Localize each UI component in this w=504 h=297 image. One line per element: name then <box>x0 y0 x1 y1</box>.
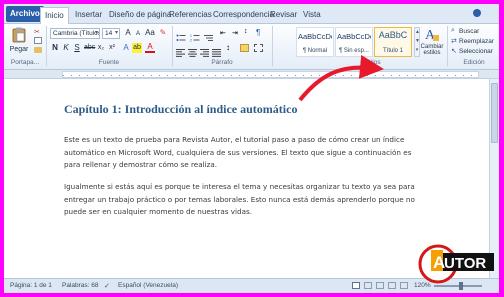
autor-logo: A UTOR <box>418 240 498 284</box>
paste-button[interactable]: Pegar <box>7 45 31 53</box>
format-painter-icon[interactable] <box>34 47 42 53</box>
scrollbar-thumb[interactable] <box>491 83 498 143</box>
underline-icon[interactable]: S <box>72 43 82 53</box>
font-name-select[interactable]: Cambria (Títulos <box>50 28 100 39</box>
divider <box>46 26 47 66</box>
find-icon[interactable]: ⌕ <box>451 27 458 35</box>
tab-insertar[interactable]: Insertar <box>71 7 106 24</box>
style-sin-espaciado[interactable]: AaBbCcDc ¶ Sin esp... <box>335 27 373 57</box>
change-case-icon[interactable]: Aa <box>145 28 155 38</box>
clear-format-icon[interactable]: ✎ <box>158 28 168 38</box>
word-window: Archivo Inicio Insertar Diseño de página… <box>4 4 499 293</box>
find-button[interactable]: Buscar <box>459 27 479 35</box>
ribbon: Pegar ✂ Portapa... Cambria (Títulos 14 A… <box>4 24 499 70</box>
italic-icon[interactable]: K <box>61 43 71 53</box>
svg-text:UTOR: UTOR <box>444 255 486 272</box>
numbering-icon[interactable]: 12 <box>190 29 200 43</box>
web-layout-icon[interactable] <box>376 282 384 289</box>
style-preview: AaBbCcDc <box>298 32 332 41</box>
tab-archivo[interactable]: Archivo <box>6 6 44 22</box>
word-count[interactable]: Palabras: 68 <box>62 282 99 289</box>
font-color-icon[interactable]: A <box>145 43 155 53</box>
select-icon[interactable]: ↖ <box>451 47 458 55</box>
style-titulo-1[interactable]: AaBbC Título 1 <box>374 27 412 57</box>
document-heading[interactable]: Capítulo 1: Introducción al índice autom… <box>64 102 297 117</box>
style-normal[interactable]: AaBbCcDc ¶ Normal <box>296 27 334 57</box>
outline-icon[interactable] <box>388 282 396 289</box>
document-paragraph[interactable]: Igualmente si estás aquí es porque te in… <box>64 181 420 219</box>
justify-icon[interactable] <box>212 44 222 57</box>
paste-icon[interactable] <box>12 27 26 43</box>
change-styles-button[interactable]: Cambiar estilos <box>418 43 446 57</box>
replace-icon[interactable]: ⇄ <box>451 37 458 45</box>
help-icon[interactable] <box>473 9 481 17</box>
font-group-label: Fuente <box>98 59 120 66</box>
style-preview: AaBbCcDc <box>337 32 371 41</box>
document-paragraph[interactable]: Este es un texto de prueba para Revista … <box>64 134 420 172</box>
style-preview: AaBbC <box>378 30 408 40</box>
ribbon-tab-bar: Archivo Inicio Insertar Diseño de página… <box>4 4 499 24</box>
draft-icon[interactable] <box>400 282 408 289</box>
ruler-track <box>62 71 479 78</box>
tab-vista[interactable]: Vista <box>299 7 325 24</box>
style-name: ¶ Normal <box>302 48 328 54</box>
replace-button[interactable]: Reemplazar <box>459 37 494 45</box>
select-button[interactable]: Seleccionar <box>459 47 493 55</box>
styles-group-label: Estilos <box>361 59 381 66</box>
editing-group-label: Edición <box>463 59 485 66</box>
svg-text:2: 2 <box>190 39 192 43</box>
increase-indent-icon[interactable]: ⇥ <box>232 29 242 37</box>
divider <box>272 26 273 66</box>
strikethrough-icon[interactable]: abc <box>84 43 95 53</box>
divider <box>172 26 173 66</box>
shrink-font-icon[interactable]: A <box>133 29 143 39</box>
subscript-icon[interactable]: x₂ <box>96 43 106 53</box>
tab-inicio[interactable]: Inicio <box>40 7 69 24</box>
cut-icon[interactable]: ✂ <box>34 28 42 36</box>
style-name: Título 1 <box>382 48 403 54</box>
print-layout-icon[interactable] <box>352 282 360 289</box>
copy-icon[interactable] <box>34 37 42 44</box>
bullets-icon[interactable] <box>176 29 186 41</box>
show-marks-icon[interactable]: ¶ <box>256 28 266 38</box>
text-effects-icon[interactable]: A <box>121 43 131 53</box>
zoom-slider[interactable] <box>434 285 482 287</box>
multilevel-list-icon[interactable] <box>204 29 214 41</box>
full-screen-icon[interactable] <box>364 282 372 289</box>
proofing-icon[interactable]: ✓ <box>104 282 110 290</box>
tab-revisar[interactable]: Revisar <box>266 7 301 24</box>
align-right-icon[interactable] <box>200 44 210 57</box>
borders-icon[interactable] <box>254 44 263 52</box>
horizontal-ruler[interactable] <box>4 70 499 79</box>
line-spacing-icon[interactable]: ↕ <box>226 43 236 53</box>
sort-icon[interactable]: ↕ <box>244 28 254 38</box>
decrease-indent-icon[interactable]: ⇤ <box>220 29 230 37</box>
styles-icon[interactable]: A <box>424 26 440 43</box>
clipboard-group-label: Portapa... <box>10 59 40 66</box>
divider <box>447 26 448 66</box>
align-left-icon[interactable] <box>176 44 186 57</box>
bold-icon[interactable]: N <box>50 43 60 53</box>
page-count[interactable]: Página: 1 de 1 <box>10 282 52 289</box>
font-size-select[interactable]: 14 <box>102 28 120 39</box>
align-center-icon[interactable] <box>188 44 198 57</box>
grow-font-icon[interactable]: A <box>123 28 133 38</box>
language-status[interactable]: Español (Venezuela) <box>118 282 178 289</box>
highlight-icon[interactable]: ab <box>132 43 142 53</box>
superscript-icon[interactable]: x² <box>107 43 117 53</box>
shading-icon[interactable] <box>240 44 249 52</box>
ruler-ticks <box>63 75 478 76</box>
style-name: ¶ Sin esp... <box>339 48 369 54</box>
svg-text:1: 1 <box>190 34 192 38</box>
paragraph-group-label: Párrafo <box>211 59 233 66</box>
